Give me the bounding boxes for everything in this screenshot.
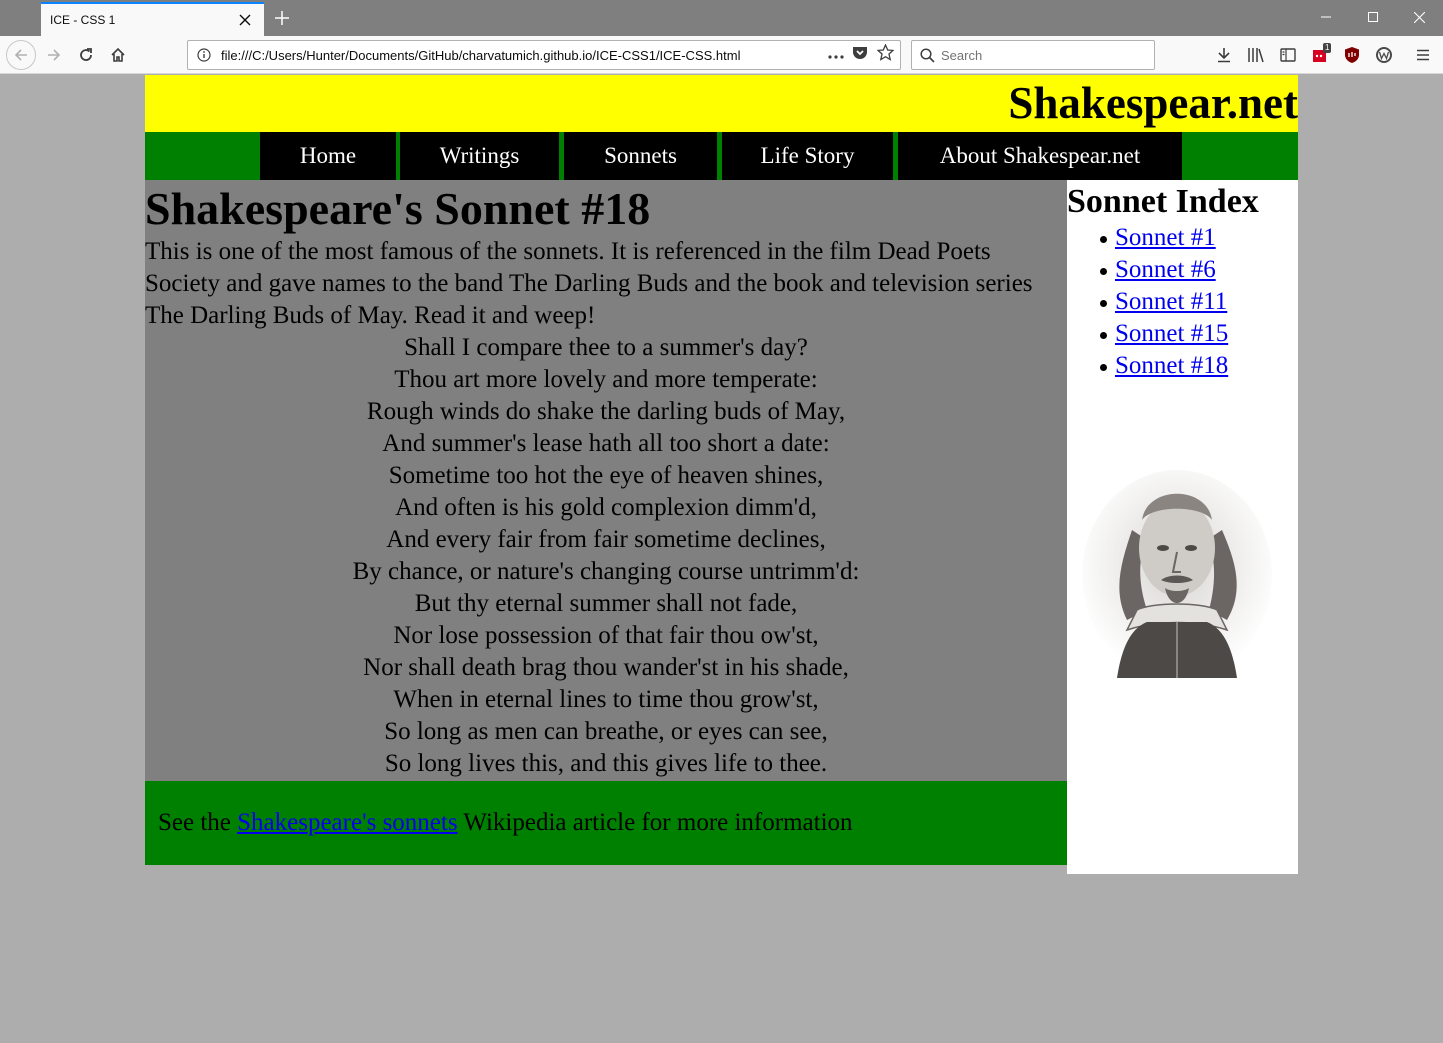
bookmark-star-icon[interactable] <box>876 43 895 66</box>
sonnet-link-18[interactable]: Sonnet #18 <box>1115 352 1228 379</box>
sonnet-link-6[interactable]: Sonnet #6 <box>1115 256 1216 283</box>
tab-strip: ICE - CSS 1 <box>0 0 1443 36</box>
url-text[interactable]: file:///C:/Users/Hunter/Documents/GitHub… <box>221 48 828 63</box>
back-icon[interactable] <box>6 40 36 70</box>
poem-line: When in eternal lines to time thou grow'… <box>393 686 819 713</box>
close-window-icon[interactable] <box>1396 0 1442 34</box>
poem-line: Rough winds do shake the darling buds of… <box>366 398 846 425</box>
navigation-toolbar: file:///C:/Users/Hunter/Documents/GitHub… <box>0 36 1443 74</box>
menu-item-writings[interactable]: Writings <box>400 132 559 180</box>
web-page: Shakespear.net Home Writings Sonnets Lif… <box>145 75 1298 874</box>
sonnet-list: Sonnet #1 Sonnet #6 Sonnet #11 Sonnet #1… <box>1097 222 1298 382</box>
list-item: Sonnet #11 <box>1097 286 1298 318</box>
shakespeare-portrait <box>1077 460 1277 680</box>
page-heading: Shakespeare's Sonnet #18 <box>145 183 651 234</box>
intro-paragraph: This is one of the most famous of the so… <box>145 238 1033 329</box>
forward-icon[interactable] <box>41 42 67 68</box>
search-bar[interactable]: Search <box>911 40 1155 70</box>
poem-line: So long lives this, and this gives life … <box>384 750 828 777</box>
poem-line: By chance, or nature's changing course u… <box>352 558 860 585</box>
sonnet-link-11[interactable]: Sonnet #11 <box>1115 288 1227 315</box>
sonnet-poem: Shall I compare thee to a summer's day? … <box>145 332 1067 780</box>
poem-line: Nor shall death brag thou wander'st in h… <box>363 654 849 681</box>
poem-line: And summer's lease hath all too short a … <box>382 430 830 457</box>
poem-line: So long as men can breathe, or eyes can … <box>384 718 828 745</box>
sonnet-index-sidebar: Sonnet Index Sonnet #1 Sonnet #6 Sonnet … <box>1067 180 1298 874</box>
page-actions-icon[interactable] <box>828 46 844 64</box>
poem-line: Sometime too hot the eye of heaven shine… <box>388 462 824 489</box>
site-title: Shakespear.net <box>1008 78 1298 128</box>
footer-suffix: Wikipedia article for more information <box>463 809 853 836</box>
list-item: Sonnet #15 <box>1097 318 1298 350</box>
downloads-icon[interactable] <box>1211 42 1237 68</box>
menu-item-sonnets[interactable]: Sonnets <box>564 132 717 180</box>
main-menu: Home Writings Sonnets Life Story About S… <box>145 132 1298 180</box>
site-header: Shakespear.net <box>145 75 1298 132</box>
menu-item-home[interactable]: Home <box>260 132 396 180</box>
sonnet-link-1[interactable]: Sonnet #1 <box>1115 224 1216 251</box>
sidebar-icon[interactable] <box>1275 42 1301 68</box>
url-bar[interactable]: file:///C:/Users/Hunter/Documents/GitHub… <box>187 40 901 70</box>
extension-red-icon[interactable]: 1 <box>1307 42 1333 68</box>
pocket-icon[interactable] <box>852 45 868 66</box>
search-placeholder: Search <box>941 47 983 63</box>
ublock-shield-icon[interactable] <box>1339 42 1365 68</box>
sonnet-link-15[interactable]: Sonnet #15 <box>1115 320 1228 347</box>
reload-icon[interactable] <box>73 42 99 68</box>
poem-line: But thy eternal summer shall not fade, <box>414 590 798 617</box>
new-tab-icon[interactable] <box>270 6 294 30</box>
home-icon[interactable] <box>105 42 131 68</box>
poem-line: Nor lose possession of that fair thou ow… <box>393 622 819 649</box>
search-icon <box>920 47 935 63</box>
poem-line: And often is his gold complexion dimm'd, <box>395 494 817 521</box>
menu-item-about[interactable]: About Shakespear.net <box>898 132 1182 180</box>
sidebar-heading: Sonnet Index <box>1067 183 1259 220</box>
extension-w-icon[interactable] <box>1371 42 1397 68</box>
minimize-icon[interactable] <box>1303 0 1349 34</box>
active-tab[interactable]: ICE - CSS 1 <box>41 2 264 36</box>
library-icon[interactable] <box>1243 42 1269 68</box>
hamburger-menu-icon[interactable] <box>1410 42 1436 68</box>
extension-badge: 1 <box>1323 43 1332 53</box>
poem-line: Shall I compare thee to a summer's day? <box>404 334 808 361</box>
wikipedia-link[interactable]: Shakespeare's sonnets <box>237 809 457 836</box>
menu-item-life-story[interactable]: Life Story <box>722 132 893 180</box>
maximize-icon[interactable] <box>1350 0 1396 34</box>
close-tab-icon[interactable] <box>234 9 256 31</box>
list-item: Sonnet #6 <box>1097 254 1298 286</box>
poem-line: Thou art more lovely and more temperate: <box>394 366 818 393</box>
list-item: Sonnet #1 <box>1097 222 1298 254</box>
tab-title: ICE - CSS 1 <box>50 13 116 27</box>
info-icon[interactable] <box>197 48 211 67</box>
main-content: Shakespeare's Sonnet #18 This is one of … <box>145 180 1067 781</box>
footer-prefix: See the <box>158 809 231 836</box>
poem-line: And every fair from fair sometime declin… <box>386 526 826 553</box>
page-footer: See the Shakespeare's sonnets Wikipedia … <box>145 781 1067 865</box>
list-item: Sonnet #18 <box>1097 350 1298 382</box>
